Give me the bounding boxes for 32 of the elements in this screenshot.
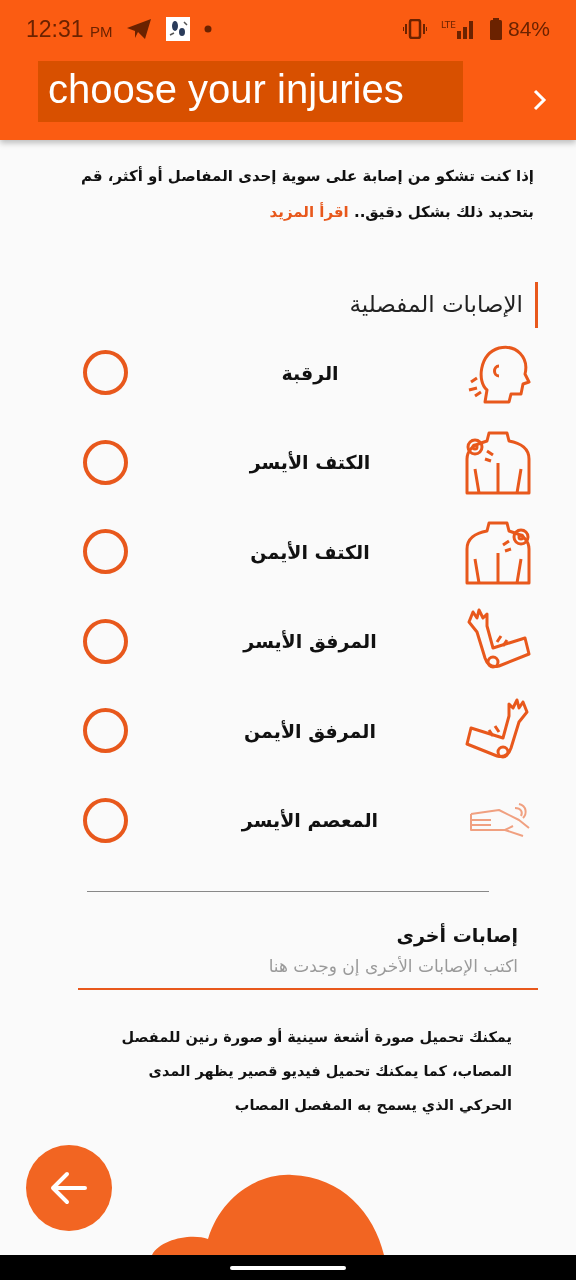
joint-label: المعصم الأيسر <box>240 809 380 832</box>
signal-icon <box>455 19 476 39</box>
notification-thumbnail-icon <box>166 17 191 41</box>
radio-button[interactable] <box>83 439 128 485</box>
header-title: choose your injuries <box>38 60 463 122</box>
joint-label: الرقبة <box>280 361 340 384</box>
radio-button[interactable] <box>83 618 128 664</box>
telegram-icon <box>126 18 153 40</box>
section-heading: الإصابات المفصلية <box>38 282 538 328</box>
home-handle[interactable] <box>230 1265 346 1270</box>
vibrate-icon <box>403 19 427 39</box>
upload-note: يمكنك تحميل صورة أشعة سينية أو صورة رنين للمفصل المصاب، كما يمكنك تحميل فيديو قصير يظهر المدى الحركي الذي يسمح به المفصل المصاب <box>120 1027 512 1117</box>
intro-text: إذا كنت تشكو من إصابة على سوية إحدى المفاصل أو أكثر، قم بتحديد ذلك بشكل دقيق.. اقرأ المزيد <box>80 165 534 223</box>
radio-button[interactable] <box>83 708 128 754</box>
status-time: 12:31 PM <box>26 15 113 43</box>
joint-label: المرفق الأيسر <box>241 630 378 653</box>
input-field[interactable]: اكتب الإصابات الأخرى إن وجدت هنا <box>78 946 538 990</box>
radio-button[interactable] <box>83 350 128 396</box>
chevron-right-icon[interactable] <box>532 88 548 112</box>
joint-label: الكتف الأيمن <box>249 540 371 563</box>
field-label: إصابات أخرى <box>395 924 518 946</box>
notification-dot-icon <box>204 25 213 33</box>
network-type-label: LTE <box>441 20 456 30</box>
battery-percent: 84% <box>507 17 550 41</box>
battery-icon <box>489 18 502 40</box>
radio-button[interactable] <box>83 529 128 575</box>
joint-label: الكتف الأيسر <box>248 451 372 474</box>
joint-label: المرفق الأيمن <box>243 719 377 742</box>
shoulder-icon <box>465 429 531 496</box>
read-more-link[interactable]: اقرأ المزيد <box>269 203 349 221</box>
arrow-left-icon <box>49 1171 89 1205</box>
radio-button[interactable] <box>83 797 128 843</box>
